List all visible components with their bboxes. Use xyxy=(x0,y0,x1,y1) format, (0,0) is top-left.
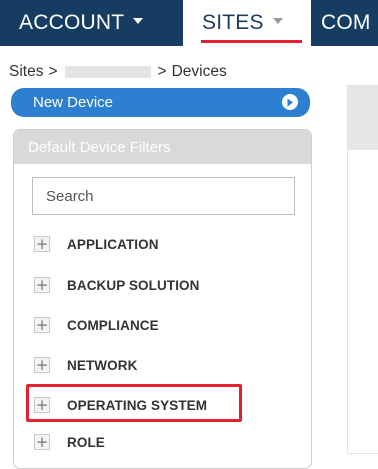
device-filters-panel: Default Device Filters + APPLICATION + B… xyxy=(13,129,312,469)
filters-header: Default Device Filters xyxy=(14,130,311,164)
main-content-panel xyxy=(347,85,378,454)
expand-plus-icon[interactable]: + xyxy=(34,434,50,450)
nav-account-label: ACCOUNT xyxy=(19,11,125,34)
breadcrumb-separator: > xyxy=(157,63,167,80)
nav-sites-label: SITES xyxy=(202,11,264,34)
filter-item-role[interactable]: + ROLE xyxy=(34,431,105,453)
nav-more-menu[interactable]: COM xyxy=(311,0,378,46)
breadcrumb-redacted-site[interactable] xyxy=(64,66,151,78)
filter-item-network[interactable]: + NETWORK xyxy=(34,354,137,376)
expand-plus-icon[interactable]: + xyxy=(34,317,50,333)
active-nav-underline xyxy=(201,40,302,43)
top-nav: ACCOUNT SITES COM xyxy=(0,0,378,46)
nav-account-menu[interactable]: ACCOUNT xyxy=(0,0,183,46)
new-device-button[interactable]: New Device xyxy=(11,88,310,117)
breadcrumb: Sites > > Devices xyxy=(9,62,227,82)
filter-item-operating-system[interactable]: + OPERATING SYSTEM xyxy=(34,394,207,416)
filter-item-backup-solution[interactable]: + BACKUP SOLUTION xyxy=(34,274,200,296)
expand-plus-icon[interactable]: + xyxy=(34,236,50,252)
breadcrumb-current: Devices xyxy=(171,63,227,80)
expand-plus-icon[interactable]: + xyxy=(34,277,50,293)
expand-plus-icon[interactable]: + xyxy=(34,397,50,413)
filter-search-input[interactable] xyxy=(32,177,295,215)
new-device-label: New Device xyxy=(33,94,114,111)
filter-label: OPERATING SYSTEM xyxy=(67,397,208,413)
main-content-header xyxy=(348,86,378,150)
filter-label: ROLE xyxy=(67,434,105,450)
breadcrumb-separator: > xyxy=(48,63,58,80)
filter-label: NETWORK xyxy=(67,357,138,373)
caret-down-icon xyxy=(272,18,283,24)
filter-item-application[interactable]: + APPLICATION xyxy=(34,233,159,255)
filter-label: COMPLIANCE xyxy=(67,317,159,333)
filter-item-compliance[interactable]: + COMPLIANCE xyxy=(34,314,159,336)
filter-label: BACKUP SOLUTION xyxy=(67,277,200,293)
filter-label: APPLICATION xyxy=(67,236,159,252)
expand-plus-icon[interactable]: + xyxy=(34,357,50,373)
nav-more-label: COM xyxy=(321,11,371,34)
breadcrumb-sites-link[interactable]: Sites xyxy=(9,63,43,81)
arrow-right-circle-icon xyxy=(282,94,298,110)
caret-down-icon xyxy=(133,18,144,24)
